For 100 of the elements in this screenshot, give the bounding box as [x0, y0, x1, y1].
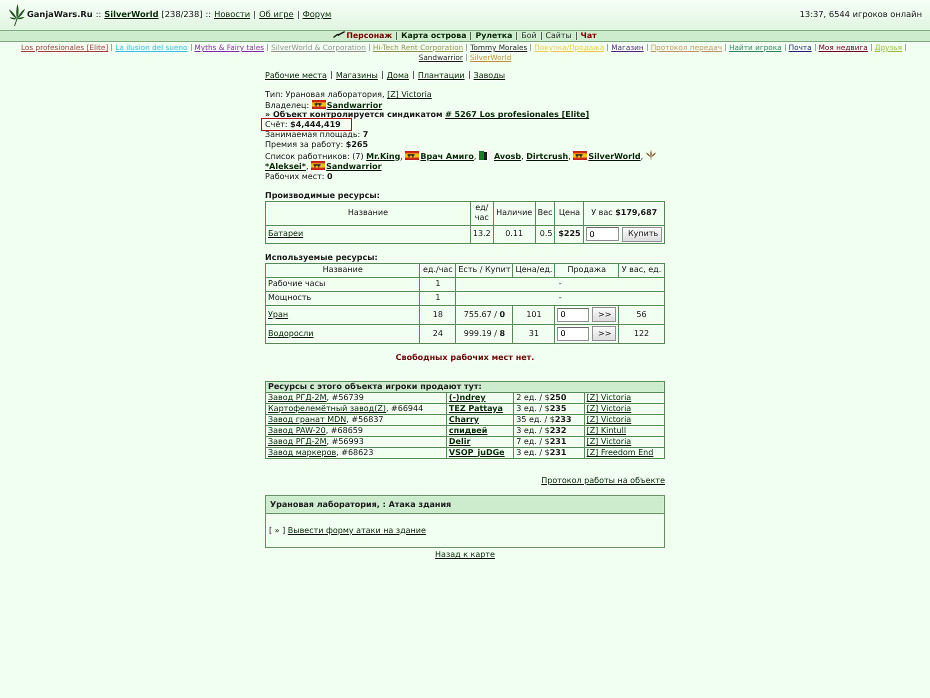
table-cell: 0.5: [535, 225, 555, 244]
player-link[interactable]: Dirtcrush: [526, 152, 568, 161]
table-cell: 1: [420, 291, 456, 306]
section-link[interactable]: Плантации: [418, 71, 465, 80]
column-header: Цена/ед.: [512, 263, 555, 278]
separator-text: ,: [400, 152, 403, 161]
flag-icon: [312, 100, 326, 109]
player-link[interactable]: Avosb: [494, 152, 522, 161]
info-line: Премия за работу: $265: [265, 140, 368, 149]
rifle-icon: [333, 31, 346, 38]
workers-label: Список работников: (7): [265, 152, 364, 161]
separator-text: ,: [306, 162, 309, 172]
flag-icon: [311, 161, 326, 170]
bracket-text: [ » ]: [269, 526, 286, 535]
factory-link[interactable]: Картофелемётный завод(Z): [268, 404, 386, 413]
table-cell: -: [456, 291, 664, 306]
table-cell: -: [456, 277, 664, 292]
table-cell: 122: [618, 324, 664, 344]
site-name: GanjaWars.Ru: [27, 10, 93, 20]
player-count: [238/238]: [162, 10, 202, 20]
table-cell: 2 ед. / $250: [514, 392, 584, 404]
panel-title: Урановая лаборатория, : Атака здания: [266, 496, 664, 514]
info-line: Рабочих мест: 0: [265, 172, 333, 182]
player-link[interactable]: Sandwarrior: [326, 162, 382, 172]
header-link[interactable]: Новости: [214, 10, 250, 20]
section-link[interactable]: Рабочие места: [265, 71, 327, 80]
flag-icon: [479, 150, 494, 160]
flag-icon: [405, 150, 420, 160]
column-header: ед/ час: [470, 201, 494, 226]
player-link[interactable]: Врач Амиго: [420, 152, 474, 161]
table-cell: 101: [512, 305, 555, 324]
table-cell: 3 ед. / $235: [514, 403, 584, 414]
column-header: Наличие: [493, 201, 536, 226]
table-cell: Мощность: [266, 291, 420, 306]
table-cell: 0.11: [493, 225, 536, 244]
resource-link[interactable]: Уран: [268, 310, 288, 319]
player-link[interactable]: Mr.King: [366, 152, 400, 161]
factory-link[interactable]: Завод гранат MDN: [268, 414, 346, 424]
factory-number: , #66944: [386, 404, 424, 413]
section-link[interactable]: Заводы: [474, 71, 506, 80]
table-cell: 56: [618, 305, 664, 324]
notice-text: Свободных рабочих мест нет.: [394, 352, 536, 363]
table-cell: $225: [554, 225, 584, 244]
leaf-icon: [9, 4, 25, 26]
column-header: Есть / Купит: [456, 263, 513, 278]
column-header: Вес: [535, 201, 555, 226]
factory-link[interactable]: Завод PAW-20: [268, 426, 326, 435]
online-status: 13:37, 6544 игроков онлайн: [800, 10, 922, 20]
column-header: ед./час: [420, 263, 456, 278]
info-line: Занимаемая площадь: 7: [265, 130, 368, 139]
island-link[interactable]: [Z] Victoria: [387, 90, 432, 99]
table-cell: 999.19 / 8: [456, 324, 513, 344]
factory-link[interactable]: Завод РГД-2М: [268, 392, 327, 402]
flag-icon: [573, 150, 588, 160]
factory-link[interactable]: Завод маркеров: [268, 448, 336, 457]
syndicate-link[interactable]: # 5267 Los profesionales [Elite]: [445, 110, 590, 120]
control-text: » Объект контролируется синдикатом: [265, 110, 443, 120]
quantity-field[interactable]: 0: [557, 308, 590, 322]
resource-link[interactable]: Батареи: [268, 229, 304, 238]
back-link[interactable]: Назад к карте: [435, 550, 495, 560]
player-link[interactable]: SilverWorld: [588, 152, 641, 161]
separator-text: ::: [205, 10, 212, 20]
factory-link[interactable]: Завод РГД-2М: [268, 436, 327, 446]
buy-button[interactable]: Купить: [622, 226, 662, 242]
column-header: У вас, ед.: [618, 263, 664, 278]
table-cell: 755.67 / 0: [456, 305, 513, 324]
protocol-link[interactable]: Протокол работы на объекте: [541, 476, 665, 485]
table-title: Используемые ресурсы:: [265, 252, 379, 263]
sell-button[interactable]: >>: [592, 307, 616, 322]
separator-text: ,: [474, 152, 476, 161]
quantity-field[interactable]: 0: [557, 326, 590, 341]
section-link[interactable]: Магазины: [336, 71, 378, 80]
table-cell: 1: [420, 277, 456, 292]
resource-link[interactable]: Водоросли: [268, 328, 314, 338]
factory-number: , #56837: [346, 414, 384, 424]
attack-form-link[interactable]: Вывести форму атаки на здание: [288, 526, 426, 535]
sell-button[interactable]: >>: [592, 326, 616, 342]
player-link[interactable]: Sandwarrior: [326, 100, 382, 110]
separator-text: ,: [640, 152, 644, 161]
quantity-field[interactable]: 0: [586, 227, 620, 242]
leaf-icon: [646, 150, 656, 160]
separator-text: ,: [568, 152, 571, 161]
column-header: Продажа: [554, 263, 618, 278]
factory-number: , #68659: [326, 426, 363, 435]
factory-number: , #68623: [336, 448, 374, 457]
header-link[interactable]: Об игре: [259, 10, 294, 20]
separator-text: ,: [521, 152, 524, 161]
world-link[interactable]: SilverWorld: [104, 10, 159, 20]
header-link[interactable]: Форум: [302, 10, 332, 20]
section-link[interactable]: Дома: [386, 71, 409, 80]
table-cell: 3 ед. / $231: [514, 447, 584, 458]
factory-number: , #56739: [326, 392, 364, 402]
column-header: Цена: [554, 201, 584, 226]
table-header: Ресурсы с этого объекта игроки продают тут:: [266, 381, 664, 392]
separator-text: ::: [96, 10, 102, 20]
column-header: У вас $179,687: [584, 201, 664, 226]
table-cell: Рабочие часы: [266, 277, 420, 292]
player-link[interactable]: *Aleksei*: [265, 162, 306, 172]
type-text: Тип: Урановая лаборатория,: [265, 90, 385, 99]
table-cell: 31: [512, 324, 555, 344]
